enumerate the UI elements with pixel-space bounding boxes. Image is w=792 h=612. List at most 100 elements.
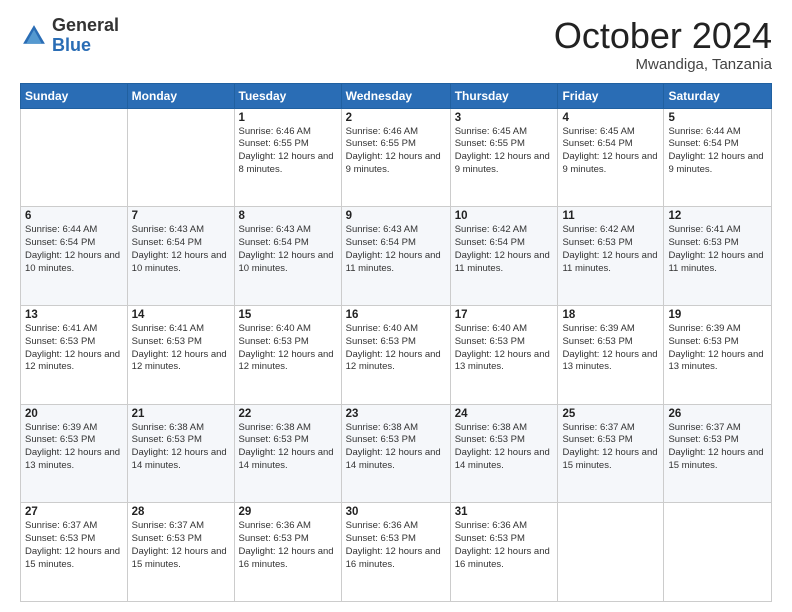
day-info: Sunrise: 6:41 AM Sunset: 6:53 PM Dayligh… <box>668 224 767 275</box>
week-row-4: 20 Sunrise: 6:39 AM Sunset: 6:53 PM Dayli… <box>21 404 772 503</box>
day-info: Sunrise: 6:37 AM Sunset: 6:53 PM Dayligh… <box>668 422 767 473</box>
day-cell: 22 Sunrise: 6:38 AM Sunset: 6:53 PM Dayli… <box>234 404 341 503</box>
day-cell: 16Sunrise: 6:40 AM Sunset: 6:53 PM Dayli… <box>341 305 450 404</box>
day-number: 8 <box>239 210 337 222</box>
day-cell: 3 Sunrise: 6:45 AM Sunset: 6:55 PM Daylig… <box>450 108 558 207</box>
day-info: Sunrise: 6:36 AM Sunset: 6:53 PM Dayligh… <box>346 520 446 571</box>
day-number: 26 <box>668 408 767 420</box>
day-number: 31 <box>455 506 554 518</box>
day-cell: 26 Sunrise: 6:37 AM Sunset: 6:53 PM Dayli… <box>664 404 772 503</box>
header-row: SundayMondayTuesdayWednesdayThursdayFrid… <box>21 83 772 108</box>
day-number: 7 <box>132 210 230 222</box>
col-header-monday: Monday <box>127 83 234 108</box>
day-cell: 21 Sunrise: 6:38 AM Sunset: 6:53 PM Dayli… <box>127 404 234 503</box>
day-cell: 30Sunrise: 6:36 AM Sunset: 6:53 PM Dayli… <box>341 503 450 602</box>
day-number: 3 <box>455 112 554 124</box>
day-number: 10 <box>455 210 554 222</box>
day-cell: 25Sunrise: 6:37 AM Sunset: 6:53 PM Dayli… <box>558 404 664 503</box>
day-number: 23 <box>346 408 446 420</box>
col-header-sunday: Sunday <box>21 83 128 108</box>
day-cell: 2 Sunrise: 6:46 AM Sunset: 6:55 PM Daylig… <box>341 108 450 207</box>
title-block: October 2024 Mwandiga, Tanzania <box>554 16 772 73</box>
day-number: 6 <box>25 210 123 222</box>
day-info: Sunrise: 6:43 AM Sunset: 6:54 PM Dayligh… <box>346 224 446 275</box>
day-info: Sunrise: 6:36 AM Sunset: 6:53 PM Dayligh… <box>455 520 554 571</box>
day-number: 12 <box>668 210 767 222</box>
header: General Blue October 2024 Mwandiga, Tanz… <box>20 16 772 73</box>
day-cell: 29 Sunrise: 6:36 AM Sunset: 6:53 PM Dayli… <box>234 503 341 602</box>
day-number: 21 <box>132 408 230 420</box>
day-cell: 23 Sunrise: 6:38 AM Sunset: 6:53 PM Dayli… <box>341 404 450 503</box>
day-info: Sunrise: 6:45 AM Sunset: 6:55 PM Dayligh… <box>455 126 554 177</box>
calendar-table: SundayMondayTuesdayWednesdayThursdayFrid… <box>20 83 772 602</box>
day-cell: 12 Sunrise: 6:41 AM Sunset: 6:53 PM Dayli… <box>664 207 772 306</box>
day-info: Sunrise: 6:39 AM Sunset: 6:53 PM Dayligh… <box>562 323 659 374</box>
col-header-saturday: Saturday <box>664 83 772 108</box>
day-cell: 15Sunrise: 6:40 AM Sunset: 6:53 PM Dayli… <box>234 305 341 404</box>
day-number: 4 <box>562 112 659 124</box>
col-header-wednesday: Wednesday <box>341 83 450 108</box>
day-cell: 8Sunrise: 6:43 AM Sunset: 6:54 PM Daylig… <box>234 207 341 306</box>
logo: General Blue <box>20 16 119 56</box>
day-cell: 31 Sunrise: 6:36 AM Sunset: 6:53 PM Dayli… <box>450 503 558 602</box>
week-row-3: 13 Sunrise: 6:41 AM Sunset: 6:53 PM Dayli… <box>21 305 772 404</box>
day-cell: 11Sunrise: 6:42 AM Sunset: 6:53 PM Dayli… <box>558 207 664 306</box>
day-info: Sunrise: 6:39 AM Sunset: 6:53 PM Dayligh… <box>668 323 767 374</box>
day-cell: 27 Sunrise: 6:37 AM Sunset: 6:53 PM Dayli… <box>21 503 128 602</box>
day-cell: 7Sunrise: 6:43 AM Sunset: 6:54 PM Daylig… <box>127 207 234 306</box>
week-row-5: 27 Sunrise: 6:37 AM Sunset: 6:53 PM Dayli… <box>21 503 772 602</box>
logo-icon <box>20 22 48 50</box>
week-row-2: 6Sunrise: 6:44 AM Sunset: 6:54 PM Daylig… <box>21 207 772 306</box>
day-cell <box>127 108 234 207</box>
day-number: 24 <box>455 408 554 420</box>
location: Mwandiga, Tanzania <box>554 56 772 73</box>
day-number: 29 <box>239 506 337 518</box>
day-info: Sunrise: 6:40 AM Sunset: 6:53 PM Dayligh… <box>346 323 446 374</box>
day-cell: 17 Sunrise: 6:40 AM Sunset: 6:53 PM Dayli… <box>450 305 558 404</box>
day-cell: 24 Sunrise: 6:38 AM Sunset: 6:53 PM Dayli… <box>450 404 558 503</box>
day-number: 18 <box>562 309 659 321</box>
day-cell: 4 Sunrise: 6:45 AM Sunset: 6:54 PM Daylig… <box>558 108 664 207</box>
day-info: Sunrise: 6:37 AM Sunset: 6:53 PM Dayligh… <box>562 422 659 473</box>
day-info: Sunrise: 6:38 AM Sunset: 6:53 PM Dayligh… <box>455 422 554 473</box>
logo-text: General Blue <box>52 16 119 56</box>
day-info: Sunrise: 6:37 AM Sunset: 6:53 PM Dayligh… <box>25 520 123 571</box>
day-info: Sunrise: 6:40 AM Sunset: 6:53 PM Dayligh… <box>239 323 337 374</box>
day-cell <box>558 503 664 602</box>
day-cell <box>664 503 772 602</box>
day-info: Sunrise: 6:41 AM Sunset: 6:53 PM Dayligh… <box>132 323 230 374</box>
day-number: 27 <box>25 506 123 518</box>
day-info: Sunrise: 6:46 AM Sunset: 6:55 PM Dayligh… <box>346 126 446 177</box>
day-cell: 20 Sunrise: 6:39 AM Sunset: 6:53 PM Dayli… <box>21 404 128 503</box>
day-info: Sunrise: 6:40 AM Sunset: 6:53 PM Dayligh… <box>455 323 554 374</box>
day-cell: 6Sunrise: 6:44 AM Sunset: 6:54 PM Daylig… <box>21 207 128 306</box>
day-info: Sunrise: 6:38 AM Sunset: 6:53 PM Dayligh… <box>239 422 337 473</box>
day-cell: 9Sunrise: 6:43 AM Sunset: 6:54 PM Daylig… <box>341 207 450 306</box>
day-info: Sunrise: 6:36 AM Sunset: 6:53 PM Dayligh… <box>239 520 337 571</box>
day-number: 17 <box>455 309 554 321</box>
logo-general-text: General <box>52 16 119 36</box>
day-cell: 19 Sunrise: 6:39 AM Sunset: 6:53 PM Dayli… <box>664 305 772 404</box>
day-info: Sunrise: 6:38 AM Sunset: 6:53 PM Dayligh… <box>132 422 230 473</box>
month-title: October 2024 <box>554 16 772 56</box>
day-info: Sunrise: 6:37 AM Sunset: 6:53 PM Dayligh… <box>132 520 230 571</box>
day-cell: 13Sunrise: 6:41 AM Sunset: 6:53 PM Dayli… <box>21 305 128 404</box>
day-number: 22 <box>239 408 337 420</box>
day-info: Sunrise: 6:46 AM Sunset: 6:55 PM Dayligh… <box>239 126 337 177</box>
col-header-tuesday: Tuesday <box>234 83 341 108</box>
logo-blue-text: Blue <box>52 36 119 56</box>
day-number: 2 <box>346 112 446 124</box>
day-number: 5 <box>668 112 767 124</box>
day-number: 13 <box>25 309 123 321</box>
day-info: Sunrise: 6:38 AM Sunset: 6:53 PM Dayligh… <box>346 422 446 473</box>
day-info: Sunrise: 6:39 AM Sunset: 6:53 PM Dayligh… <box>25 422 123 473</box>
day-number: 1 <box>239 112 337 124</box>
day-number: 20 <box>25 408 123 420</box>
day-number: 11 <box>562 210 659 222</box>
day-cell <box>21 108 128 207</box>
day-number: 19 <box>668 309 767 321</box>
day-info: Sunrise: 6:42 AM Sunset: 6:54 PM Dayligh… <box>455 224 554 275</box>
day-cell: 1 Sunrise: 6:46 AM Sunset: 6:55 PM Daylig… <box>234 108 341 207</box>
col-header-friday: Friday <box>558 83 664 108</box>
day-info: Sunrise: 6:45 AM Sunset: 6:54 PM Dayligh… <box>562 126 659 177</box>
